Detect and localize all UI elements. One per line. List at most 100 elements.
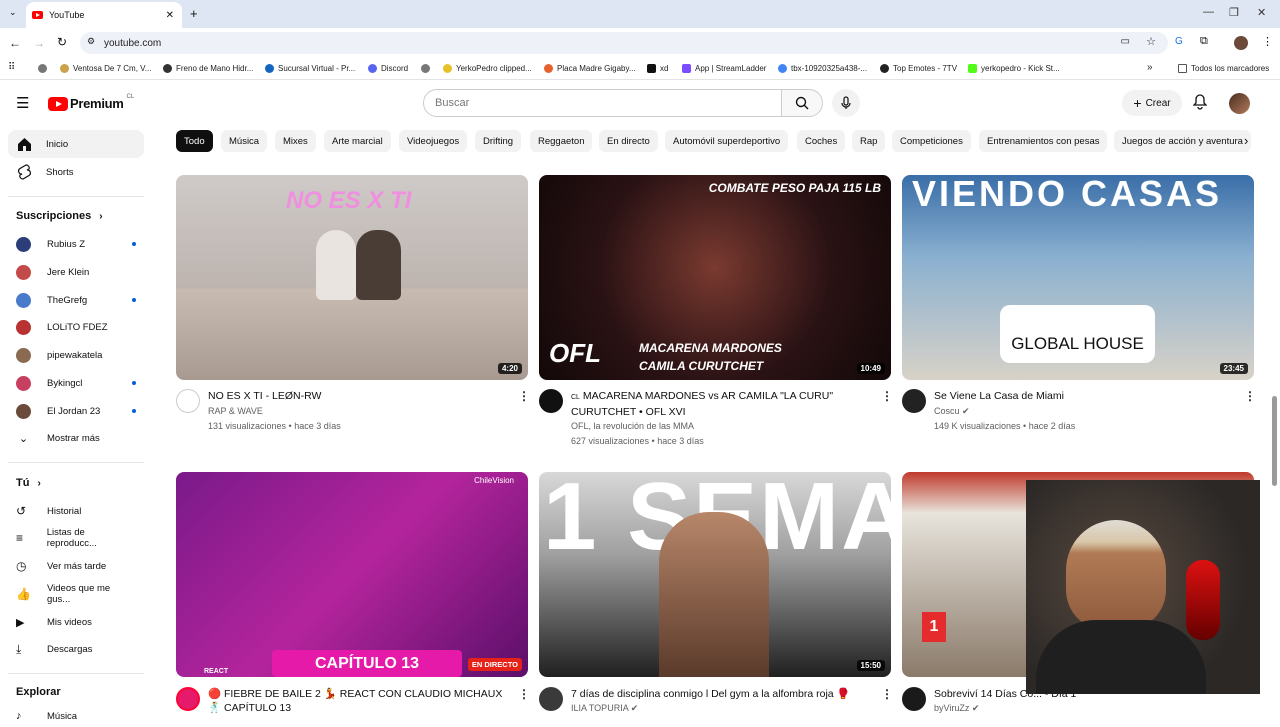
more-options-icon[interactable]: ⋮	[881, 389, 893, 403]
channel-avatar[interactable]	[176, 389, 200, 413]
sidebar-item-playlists[interactable]: ≡ Listas de reproducc...	[16, 527, 136, 549]
site-info-icon[interactable]: ⚙	[87, 36, 95, 47]
forward-icon[interactable]: →	[33, 36, 45, 50]
bookmark-item[interactable]: App | StreamLadder	[682, 64, 766, 73]
video-title[interactable]: 7 días de disciplina conmigo l Del gym a…	[571, 687, 871, 701]
more-options-icon[interactable]: ⋮	[518, 389, 530, 403]
restore-icon[interactable]: ❐	[1229, 6, 1239, 19]
translate-icon[interactable]: G	[1175, 36, 1183, 47]
chip[interactable]: Coches	[797, 130, 846, 152]
chip[interactable]: Arte marcial	[324, 130, 391, 152]
bookmark-item[interactable]: Discord	[368, 64, 408, 73]
sidebar-item-inicio[interactable]: Inicio	[8, 130, 144, 158]
account-avatar[interactable]	[1229, 93, 1250, 114]
sidebar-item-watch-later[interactable]: ◷ Ver más tarde	[16, 555, 136, 577]
url-field[interactable]: ⚙ youtube.com ▭ ☆	[80, 32, 1168, 54]
apps-grid-icon[interactable]: ⠿	[8, 62, 15, 73]
channel-avatar[interactable]	[176, 687, 200, 711]
channel-avatar[interactable]	[539, 389, 563, 413]
bookmark-star-icon[interactable]: ☆	[1146, 35, 1156, 48]
new-tab-icon[interactable]: +	[190, 6, 198, 21]
chip[interactable]: Mixes	[275, 130, 316, 152]
chip[interactable]: Entrenamientos con pesas	[979, 130, 1108, 152]
video-title[interactable]: 🔴 FIEBRE DE BAILE 2 💃 REACT CON CLAUDIO …	[208, 687, 508, 715]
browser-tab[interactable]: YouTube ✕	[26, 2, 182, 28]
video-title[interactable]: NO ES X TI - LEØN-RW	[208, 389, 508, 403]
profile-avatar[interactable]	[1234, 36, 1248, 50]
chip[interactable]: Reggaeton	[530, 130, 593, 152]
you-header[interactable]: Tú ›	[16, 477, 41, 489]
voice-search-button[interactable]	[832, 89, 860, 117]
video-title[interactable]: Se Viene La Casa de Miami	[934, 389, 1234, 403]
video-thumbnail[interactable]: NO ES X TI 4:20	[176, 175, 528, 380]
more-bookmarks-icon[interactable]: »	[1147, 62, 1153, 73]
bookmark-item[interactable]: tbx-10920325a438-...	[778, 64, 867, 73]
channel-name[interactable]: RAP & WAVE	[208, 406, 263, 416]
cast-icon[interactable]: ▭	[1121, 36, 1130, 47]
extensions-icon[interactable]: ⧉	[1200, 35, 1208, 48]
bookmark-item[interactable]: YerkoPedro clipped...	[443, 64, 532, 73]
chip[interactable]: Competiciones	[892, 130, 971, 152]
bookmark-item[interactable]: Sucursal Virtual - Pr...	[265, 64, 355, 73]
sidebar-item-downloads[interactable]: ⤓ Descargas	[16, 638, 136, 660]
chip[interactable]: Automóvil superdeportivo	[665, 130, 789, 152]
bookmark-item[interactable]: yerkopedro - Kick St...	[968, 64, 1060, 73]
chip[interactable]: Drifting	[475, 130, 522, 152]
back-icon[interactable]: ←	[9, 36, 21, 50]
video-thumbnail[interactable]: COMBATE PESO PAJA 115 LB OFL MACARENA MA…	[539, 175, 891, 380]
bookmark-item[interactable]: Freno de Mano Hidr...	[163, 64, 253, 73]
video-thumbnail[interactable]: ChileVision REACT CAPÍTULO 13 EN DIRECTO	[176, 472, 528, 677]
channel-name[interactable]: Coscu ✔	[934, 406, 970, 417]
subscriptions-header[interactable]: Suscripciones ›	[16, 210, 103, 222]
more-options-icon[interactable]: ⋮	[518, 687, 530, 701]
chip[interactable]: Rap	[852, 130, 886, 152]
channel-name[interactable]: OFL, la revolución de las MMA	[571, 421, 694, 431]
chip[interactable]: Música	[221, 130, 268, 152]
chip-todo[interactable]: Todo	[176, 130, 213, 152]
hamburger-menu-icon[interactable]: ☰	[16, 94, 29, 112]
page-scrollbar[interactable]	[1272, 396, 1277, 486]
subscription-item[interactable]: TheGrefg	[16, 289, 136, 311]
more-options-icon[interactable]: ⋮	[881, 687, 893, 701]
channel-name[interactable]: byViruZz ✔	[934, 703, 979, 714]
close-tab-icon[interactable]: ✕	[166, 10, 174, 21]
sidebar-item-my-videos[interactable]: ▶ Mis videos	[16, 611, 136, 633]
channel-avatar[interactable]	[902, 687, 926, 711]
subscription-item[interactable]: Bykingcl	[16, 372, 136, 394]
minimize-icon[interactable]: —	[1203, 6, 1214, 18]
chip[interactable]: Videojuegos	[399, 130, 468, 152]
bookmark-item[interactable]: Ventosa De 7 Cm, V...	[60, 64, 151, 73]
youtube-premium-logo[interactable]: Premium CL	[48, 94, 134, 111]
subscription-item[interactable]: El Jordan 23	[16, 400, 136, 422]
subscription-item[interactable]: Rubius Z	[16, 233, 136, 255]
channel-avatar[interactable]	[539, 687, 563, 711]
video-thumbnail[interactable]: 1 SEMANA 15:50	[539, 472, 891, 677]
bookmark-item[interactable]: Placa Madre Gigaby...	[544, 64, 636, 73]
show-more-button[interactable]: ⌄ Mostrar más	[16, 427, 136, 449]
bookmark-item[interactable]: Top Emotes - 7TV	[880, 64, 957, 73]
all-bookmarks-folder[interactable]: Todos los marcadores	[1178, 64, 1269, 73]
bookmark-globe[interactable]	[421, 64, 434, 73]
reload-icon[interactable]: ↻	[57, 35, 67, 49]
chrome-menu-icon[interactable]: ⋮	[1262, 35, 1273, 48]
chevron-right-icon[interactable]: ›	[1244, 133, 1248, 148]
more-options-icon[interactable]: ⋮	[1244, 389, 1256, 403]
close-window-icon[interactable]: ✕	[1257, 6, 1266, 19]
subscription-item[interactable]: LOLiTO FDEZ	[16, 316, 136, 338]
search-button[interactable]	[781, 89, 823, 117]
chip[interactable]: Juegos de acción y aventura	[1114, 130, 1251, 152]
sidebar-item-shorts[interactable]: Shorts	[8, 158, 144, 186]
sidebar-item-historial[interactable]: ↺ Historial	[16, 500, 136, 522]
channel-avatar[interactable]	[902, 389, 926, 413]
bookmark-item[interactable]: xd	[647, 64, 668, 73]
sidebar-item-musica[interactable]: ♪ Música	[16, 705, 136, 727]
subscription-item[interactable]: pipewakatela	[16, 344, 136, 366]
notifications-bell-icon[interactable]	[1192, 94, 1208, 113]
video-title[interactable]: CL MACARENA MARDONES vs AR CAMILA "LA CU…	[571, 389, 867, 419]
tab-list-icon[interactable]: ⌄	[9, 7, 17, 18]
search-input[interactable]: Buscar	[423, 89, 782, 117]
channel-name[interactable]: ILIA TOPURIA ✔	[571, 703, 638, 714]
subscription-item[interactable]: Jere Klein	[16, 261, 136, 283]
video-thumbnail[interactable]: VIENDO CASAS GLOBAL HOUSE 23:45	[902, 175, 1254, 380]
bookmark-globe[interactable]	[38, 64, 51, 73]
